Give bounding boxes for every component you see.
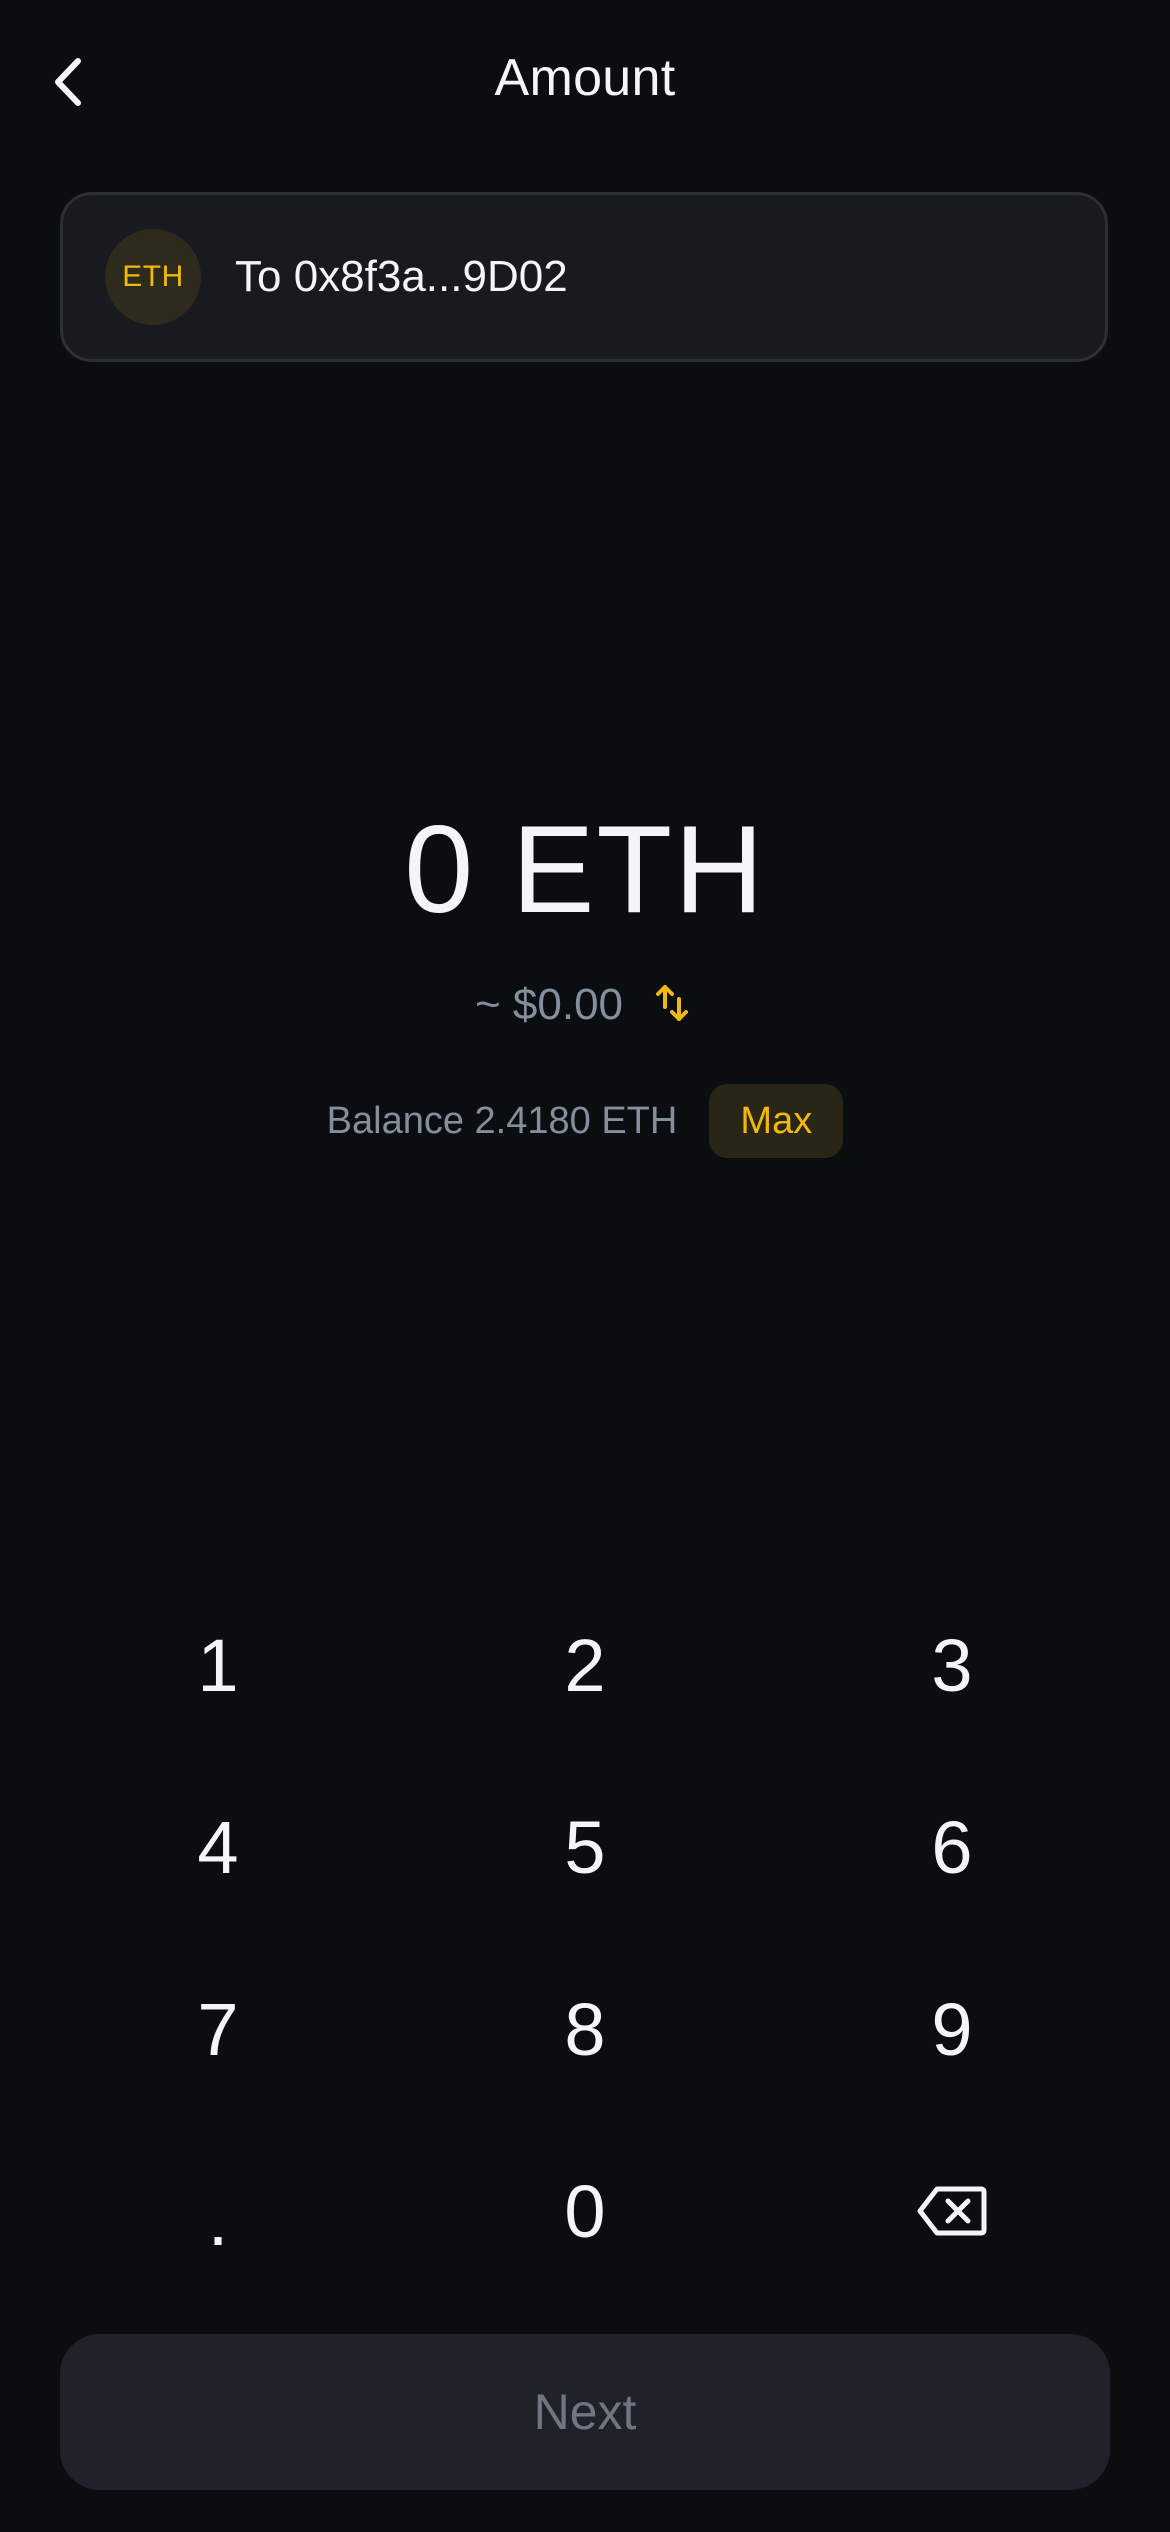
key-4[interactable]: 4	[68, 1762, 368, 1932]
key-3[interactable]: 3	[802, 1580, 1102, 1750]
key-7[interactable]: 7	[68, 1944, 368, 2114]
balance-row: Balance 2.4180 ETH Max	[0, 1084, 1170, 1158]
backspace-icon	[917, 2169, 987, 2254]
swap-arrows-icon	[656, 983, 689, 1028]
key-8[interactable]: 8	[435, 1944, 735, 2114]
eth-token-icon: ETH	[105, 229, 201, 325]
header: Amount	[0, 0, 1170, 168]
key-2[interactable]: 2	[435, 1580, 735, 1750]
key-0[interactable]: 0	[435, 2126, 735, 2296]
key-9[interactable]: 9	[802, 1944, 1102, 2114]
balance-text: Balance 2.4180 ETH	[326, 1099, 678, 1142]
fiat-value: ~ $0.00	[474, 980, 624, 1029]
key-6[interactable]: 6	[802, 1762, 1102, 1932]
swap-currency-button[interactable]	[649, 980, 695, 1030]
next-button[interactable]: Next	[60, 2334, 1110, 2490]
key-decimal[interactable]: .	[68, 2126, 368, 2304]
numeric-keypad: 1 2 3 4 5 6 7 8 9 . 0	[0, 1580, 1170, 2310]
recipient-card[interactable]: ETH To 0x8f3a...9D02	[60, 192, 1108, 362]
page-title: Amount	[494, 49, 676, 107]
key-1[interactable]: 1	[68, 1580, 368, 1750]
max-button[interactable]: Max	[709, 1084, 844, 1158]
backspace-key[interactable]	[802, 2126, 1102, 2296]
recipient-address: To 0x8f3a...9D02	[235, 252, 568, 301]
fiat-row: ~ $0.00	[0, 980, 1170, 1030]
amount-display: 0 ETH	[404, 801, 766, 939]
key-5[interactable]: 5	[435, 1762, 735, 1932]
